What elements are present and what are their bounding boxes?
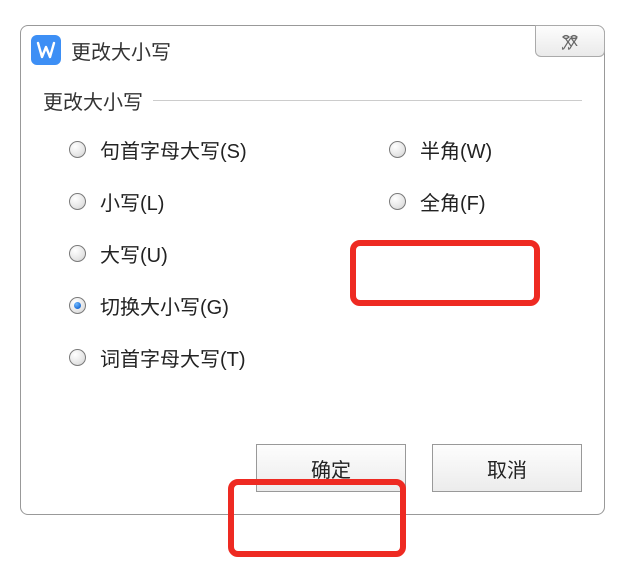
radio-full-width[interactable]: 全角(F) — [389, 187, 492, 215]
radio-icon — [69, 193, 86, 210]
radio-label: 切换大小写(G) — [100, 291, 229, 320]
radio-icon — [389, 141, 406, 158]
radio-icon — [69, 297, 86, 314]
options-column-left: 句首字母大写(S) 小写(L) 大写(U) 切换大小写(G) — [69, 135, 339, 371]
change-case-fieldset: 更改大小写 句首字母大写(S) 小写(L) 大写(U) — [43, 86, 582, 371]
radio-icon — [389, 193, 406, 210]
radio-label: 大写(U) — [100, 239, 168, 268]
dialog-body: 更改大小写 句首字母大写(S) 小写(L) 大写(U) — [21, 74, 604, 514]
radio-label: 小写(L) — [100, 187, 164, 216]
radio-label: 半角(W) — [420, 135, 492, 164]
dialog-buttons: 确定 取消 — [256, 444, 582, 492]
radio-icon — [69, 141, 86, 158]
radio-label: 全角(F) — [420, 187, 486, 216]
radio-icon — [69, 245, 86, 262]
ok-button-label: 确定 — [311, 454, 351, 483]
close-button[interactable]: ꭙꭙ — [535, 25, 605, 57]
radio-half-width[interactable]: 半角(W) — [389, 135, 492, 163]
options-container: 句首字母大写(S) 小写(L) 大写(U) 切换大小写(G) — [43, 115, 582, 371]
radio-title-case[interactable]: 词首字母大写(T) — [69, 343, 339, 371]
dialog-title: 更改大小写 — [71, 36, 171, 65]
close-icon: ꭙꭙ — [564, 31, 576, 51]
app-icon — [31, 35, 61, 65]
radio-label: 词首字母大写(T) — [100, 343, 246, 372]
radio-icon — [69, 349, 86, 366]
radio-sentence-case[interactable]: 句首字母大写(S) — [69, 135, 339, 163]
ok-button[interactable]: 确定 — [256, 444, 406, 492]
cancel-button[interactable]: 取消 — [432, 444, 582, 492]
title-bar: 更改大小写 ꭙꭙ — [21, 26, 604, 74]
radio-uppercase[interactable]: 大写(U) — [69, 239, 339, 267]
radio-label: 句首字母大写(S) — [100, 135, 247, 164]
cancel-button-label: 取消 — [487, 454, 527, 483]
change-case-dialog: 更改大小写 ꭙꭙ 更改大小写 句首字母大写(S) 小写 — [20, 25, 605, 515]
fieldset-divider — [153, 100, 582, 101]
radio-toggle-case[interactable]: 切换大小写(G) — [69, 291, 339, 319]
fieldset-legend: 更改大小写 — [43, 86, 145, 115]
options-column-right: 半角(W) 全角(F) — [389, 135, 492, 371]
radio-lowercase[interactable]: 小写(L) — [69, 187, 339, 215]
